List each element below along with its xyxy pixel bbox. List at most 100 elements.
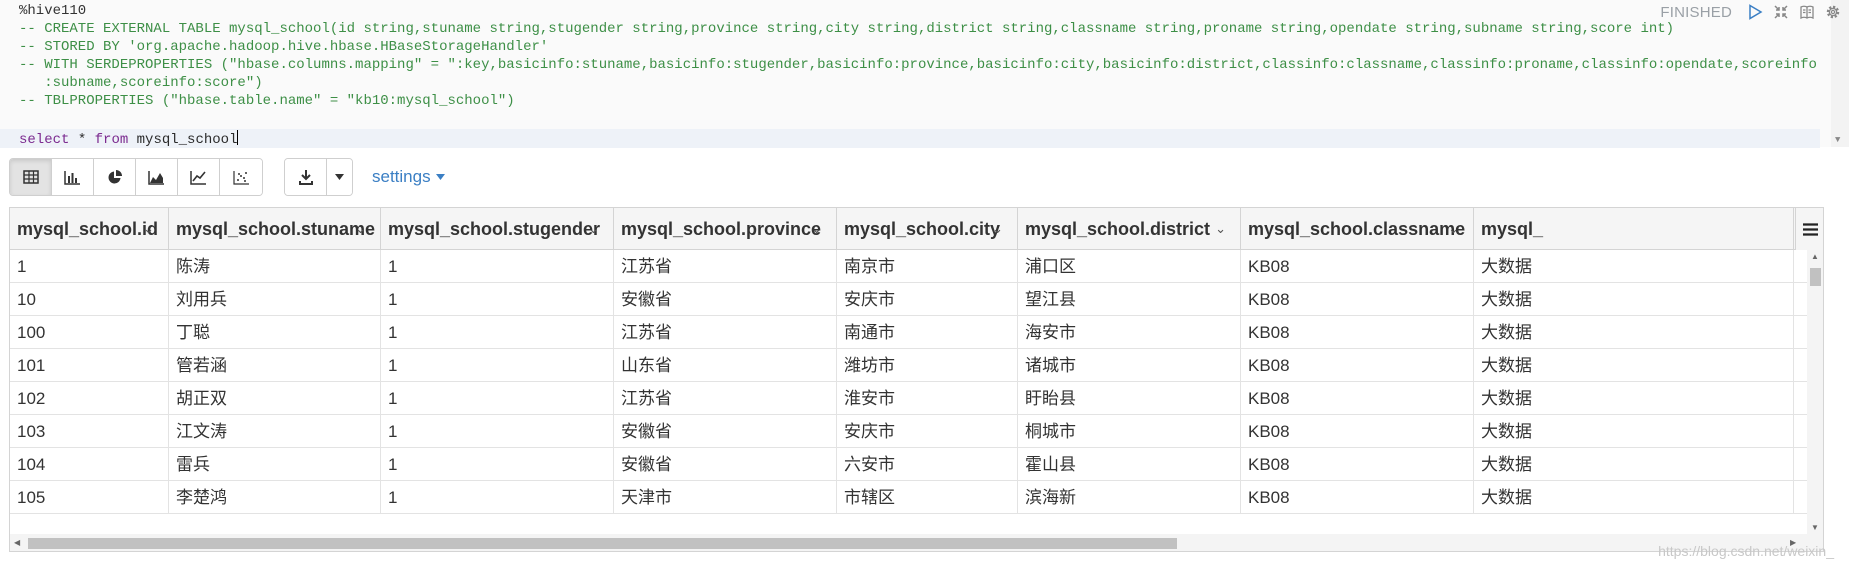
download-button[interactable] — [285, 159, 327, 195]
column-header[interactable]: mysql_school.classname ⌄ — [1241, 208, 1474, 250]
table-cell: 安徽省 — [614, 283, 837, 316]
download-icon — [298, 170, 313, 185]
scroll-left-arrow-icon[interactable]: ◀ — [14, 538, 20, 547]
column-header[interactable]: mysql_school.district ⌄ — [1018, 208, 1241, 250]
column-header[interactable]: mysql_school.city ⌄ — [837, 208, 1018, 250]
table-cell: 江苏省 — [614, 382, 837, 415]
column-header[interactable]: mysql_school.id ⌄ — [10, 208, 169, 250]
download-options-button[interactable] — [327, 159, 352, 195]
scatter-chart-button[interactable] — [220, 159, 262, 195]
table-cell: 大数据 — [1474, 415, 1794, 448]
column-menu-chevron-icon[interactable]: ⌄ — [355, 208, 366, 250]
table-cell: 南京市 — [837, 250, 1018, 283]
vertical-scrollbar[interactable]: ▲ ▼ — [1807, 250, 1823, 534]
table-cell: 安庆市 — [837, 283, 1018, 316]
table-cell: 1 — [381, 382, 614, 415]
table-body: 1 陈涛 1 江苏省 南京市 浦口区 KB08 大数据 10 刘用兵 1 安徽省 安庆市 望江县 KB08 大… — [10, 250, 1807, 534]
scroll-down-arrow-icon[interactable]: ▼ — [1811, 523, 1819, 532]
table-cell: 1 — [381, 283, 614, 316]
table-row[interactable]: 101 管若涵 1 山东省 潍坊市 诸城市 KB08 大数据 — [10, 349, 1807, 382]
table-cell: 江文涛 — [169, 415, 381, 448]
interpreter-directive: %hive110 — [19, 3, 87, 19]
run-icon[interactable] — [1746, 3, 1764, 21]
table-row[interactable]: 102 胡正双 1 江苏省 淮安市 盱眙县 KB08 大数据 — [10, 382, 1807, 415]
visualization-switcher — [9, 158, 263, 196]
table-row[interactable]: 104 雷兵 1 安徽省 六安市 霍山县 KB08 大数据 — [10, 448, 1807, 481]
line-chart-button[interactable] — [178, 159, 220, 195]
settings-label: settings — [372, 167, 431, 186]
table-cell: 大数据 — [1474, 316, 1794, 349]
query-line: select * from mysql_school — [19, 130, 239, 149]
table-cell: 1 — [381, 481, 614, 514]
column-menu-chevron-icon[interactable]: ⌄ — [588, 208, 599, 250]
column-header[interactable]: mysql_school.stugender ⌄ — [381, 208, 614, 250]
bar-chart-icon — [64, 170, 80, 185]
table-cell: 李楚鸿 — [169, 481, 381, 514]
column-header[interactable]: mysql_school.stuname ⌄ — [169, 208, 381, 250]
table-cell: 1 — [381, 250, 614, 283]
column-header[interactable]: mysql_school.province ⌄ — [614, 208, 837, 250]
table-cell: 霍山县 — [1018, 448, 1241, 481]
table-cell: 市辖区 — [837, 481, 1018, 514]
table-row[interactable]: 105 李楚鸿 1 天津市 市辖区 滨海新 KB08 大数据 — [10, 481, 1807, 514]
table-cell: KB08 — [1241, 382, 1474, 415]
table-row[interactable]: 10 刘用兵 1 安徽省 安庆市 望江县 KB08 大数据 — [10, 283, 1807, 316]
table-cell: 大数据 — [1474, 283, 1794, 316]
pie-chart-button[interactable] — [94, 159, 136, 195]
table-cell: 桐城市 — [1018, 415, 1241, 448]
column-menu-chevron-icon[interactable]: ⌄ — [143, 208, 154, 250]
table-cell: 陈涛 — [169, 250, 381, 283]
active-line-highlight — [0, 129, 1820, 148]
table-cell: 1 — [381, 415, 614, 448]
line-chart-icon — [190, 170, 206, 185]
table-cell: KB08 — [1241, 448, 1474, 481]
table-cell: KB08 — [1241, 481, 1474, 514]
column-menu-chevron-icon[interactable]: ⌄ — [811, 208, 822, 250]
select-star: * — [69, 132, 95, 148]
table-view-button[interactable] — [10, 159, 52, 195]
table-cell: 诸城市 — [1018, 349, 1241, 382]
horizontal-scrollbar[interactable]: ◀ ▶ — [10, 534, 1823, 551]
hamburger-menu-icon — [1803, 222, 1818, 236]
table-cell: 淮安市 — [837, 382, 1018, 415]
column-menu-chevron-icon[interactable]: ⌄ — [1215, 208, 1226, 250]
column-header[interactable]: mysql_ — [1474, 208, 1794, 250]
scroll-up-arrow-icon[interactable]: ▲ — [1811, 252, 1819, 261]
table-cell: KB08 — [1241, 250, 1474, 283]
column-menu-chevron-icon[interactable]: ⌄ — [992, 208, 1003, 250]
paragraph-controls: FINISHED — [1660, 3, 1842, 21]
scatter-chart-icon — [232, 170, 249, 185]
gear-icon[interactable] — [1824, 3, 1842, 21]
grid-menu-button[interactable] — [1795, 208, 1823, 250]
book-icon[interactable] — [1798, 3, 1816, 21]
horizontal-scroll-thumb[interactable] — [28, 538, 1177, 549]
area-chart-button[interactable] — [136, 159, 178, 195]
collapse-icon[interactable] — [1772, 3, 1790, 21]
table-row[interactable]: 100 丁聪 1 江苏省 南通市 海安市 KB08 大数据 — [10, 316, 1807, 349]
table-cell: 1 — [10, 250, 169, 283]
editor-scrollbar[interactable]: ▼ — [1831, 0, 1849, 147]
table-cell: 管若涵 — [169, 349, 381, 382]
table-row[interactable]: 1 陈涛 1 江苏省 南京市 浦口区 KB08 大数据 — [10, 250, 1807, 283]
table-cell: 安庆市 — [837, 415, 1018, 448]
table-cell: 安徽省 — [614, 415, 837, 448]
column-menu-chevron-icon[interactable]: ⌄ — [1448, 208, 1459, 250]
table-cell: 103 — [10, 415, 169, 448]
table-cell: KB08 — [1241, 415, 1474, 448]
scroll-down-arrow-icon[interactable]: ▼ — [1835, 135, 1840, 145]
table-row[interactable]: 103 江文涛 1 安徽省 安庆市 桐城市 KB08 大数据 — [10, 415, 1807, 448]
table-cell: 望江县 — [1018, 283, 1241, 316]
table-cell: 1 — [381, 349, 614, 382]
table-cell: 101 — [10, 349, 169, 382]
paragraph-status: FINISHED — [1660, 3, 1732, 21]
bar-chart-button[interactable] — [52, 159, 94, 195]
vertical-scroll-thumb[interactable] — [1810, 268, 1821, 286]
code-editor[interactable]: %hive110 -- CREATE EXTERNAL TABLE mysql_… — [0, 0, 1849, 149]
table-cell: 南通市 — [837, 316, 1018, 349]
code-comment-line: -- CREATE EXTERNAL TABLE mysql_school(id… — [19, 21, 1675, 37]
table-cell: 盱眙县 — [1018, 382, 1241, 415]
settings-dropdown[interactable]: settings — [372, 167, 445, 187]
table-header: mysql_school.id ⌄ mysql_school.stuname ⌄ m… — [10, 208, 1823, 250]
table-cell: 10 — [10, 283, 169, 316]
query-table-name: mysql_school — [128, 132, 238, 148]
